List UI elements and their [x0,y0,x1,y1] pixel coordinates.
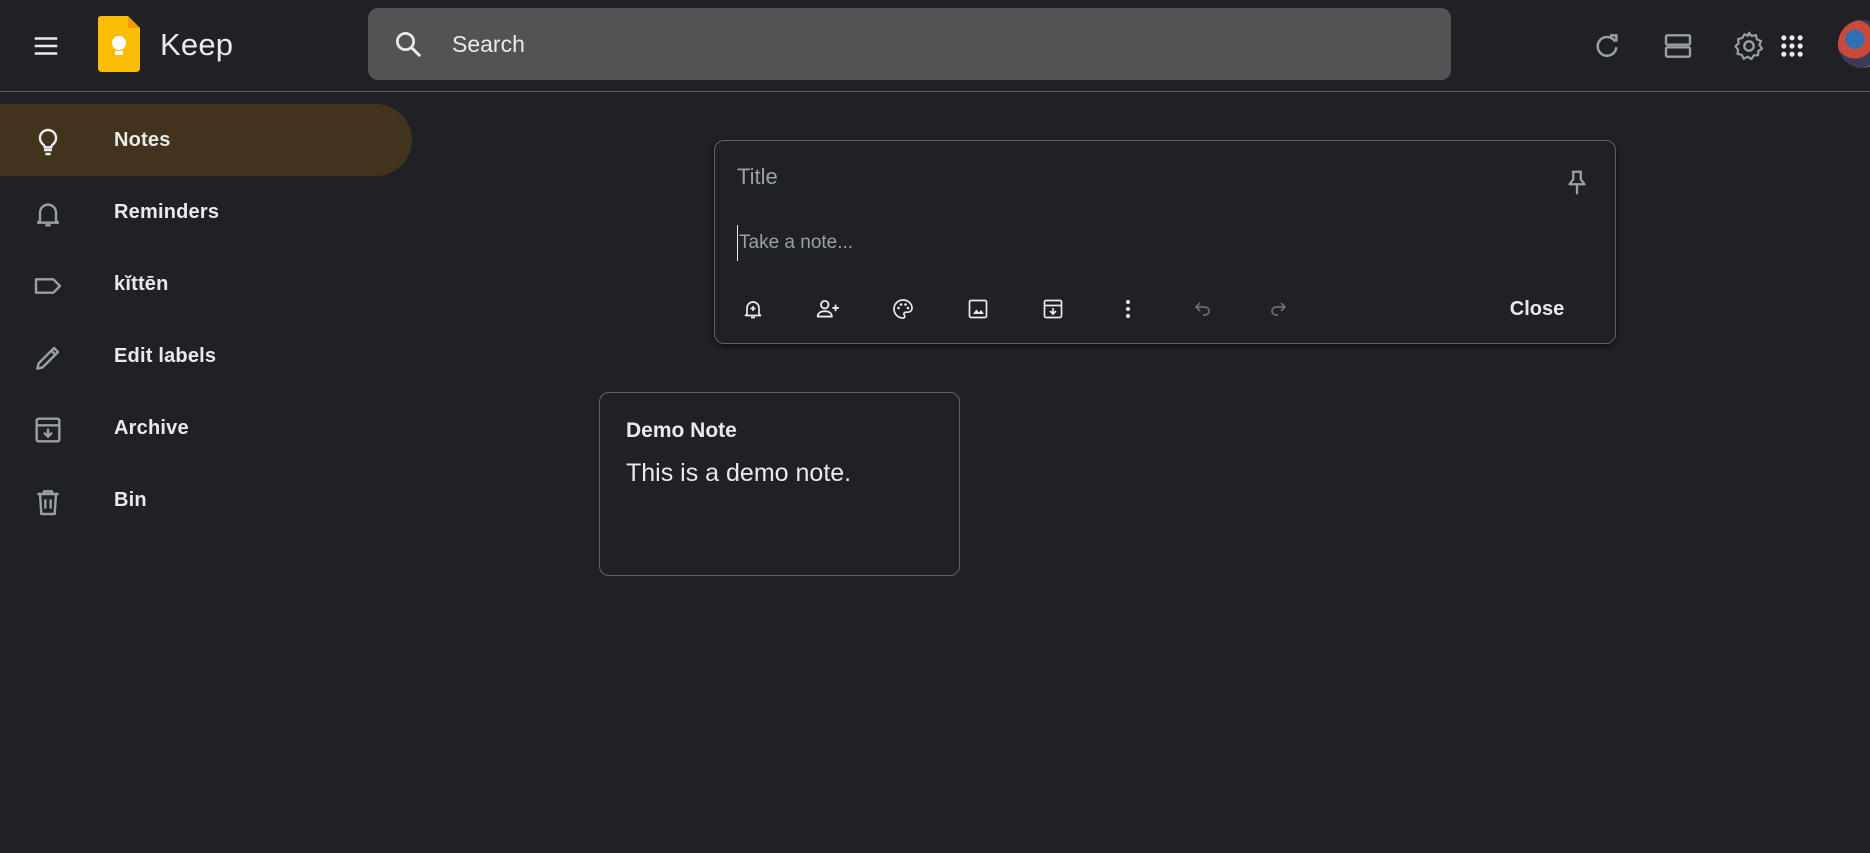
background-options-button[interactable] [883,289,923,329]
sidebar-item-label: Archive [114,416,189,439]
pin-icon [1568,170,1586,195]
refresh-icon [1596,34,1618,57]
more-options-button[interactable] [1108,289,1148,329]
sidebar-item-label: kĭttēn [114,272,169,295]
redo-icon [1271,302,1286,316]
sidebar-item-edit-labels[interactable]: Edit labels [0,320,412,392]
label-icon [34,278,62,294]
note-card-title: Demo Note [626,419,737,442]
app-name[interactable]: Keep [160,27,233,63]
close-composer-button[interactable]: Close [1487,287,1587,331]
search-icon [396,32,421,57]
pin-note-button[interactable] [1553,159,1601,207]
sidebar-item-kitten-label[interactable]: kĭttēn [0,248,412,320]
archive-button[interactable] [1033,289,1073,329]
more-vert-icon [1126,300,1130,318]
search-button[interactable] [384,20,432,68]
lightbulb-icon [38,128,58,156]
list-view-button[interactable] [1652,20,1704,72]
note-composer: Close [714,140,1616,344]
sidebar-item-label: Bin [114,488,147,511]
hamburger-menu-icon [34,37,58,55]
image-icon [968,299,988,319]
sidebar: Notes Reminders kĭttēn Edit labels Archi… [0,104,414,536]
keep-logo-icon[interactable] [98,16,140,72]
sidebar-item-archive[interactable]: Archive [0,392,412,464]
apps-grid-icon [1781,35,1803,57]
collaborator-button[interactable] [808,289,848,329]
refresh-button[interactable] [1581,20,1633,72]
note-card-body: This is a demo note. [626,459,852,487]
palette-icon [893,299,913,319]
sidebar-item-bin[interactable]: Bin [0,464,412,536]
pencil-icon [36,346,60,370]
add-image-button[interactable] [958,289,998,329]
note-body-input[interactable] [737,225,1577,261]
search-bar[interactable] [368,8,1451,80]
account-avatar[interactable] [1838,20,1870,68]
app-header: Keep [0,0,1870,92]
remind-me-button[interactable] [733,289,773,329]
undo-button[interactable] [1183,289,1223,329]
note-title-input[interactable] [737,159,1517,195]
gear-icon [1734,31,1764,61]
main-menu-button[interactable] [16,16,76,76]
list-view-icon [1664,34,1692,58]
archive-icon [1043,299,1063,319]
redo-button[interactable] [1258,289,1298,329]
trash-icon [37,490,59,516]
undo-icon [1195,302,1210,316]
collaborator-icon [816,299,839,318]
sidebar-item-label: Reminders [114,200,220,223]
bell-icon [36,203,60,227]
archive-icon [35,417,61,443]
note-card[interactable]: Demo Note This is a demo note. [599,392,960,576]
apps-button[interactable] [1766,20,1818,72]
sidebar-item-reminders[interactable]: Reminders [0,176,412,248]
remind-me-icon [744,301,762,319]
search-input[interactable] [452,24,1412,64]
sidebar-item-notes[interactable]: Notes [0,104,412,176]
sidebar-item-label: Edit labels [114,344,217,367]
sidebar-item-label: Notes [114,128,171,151]
